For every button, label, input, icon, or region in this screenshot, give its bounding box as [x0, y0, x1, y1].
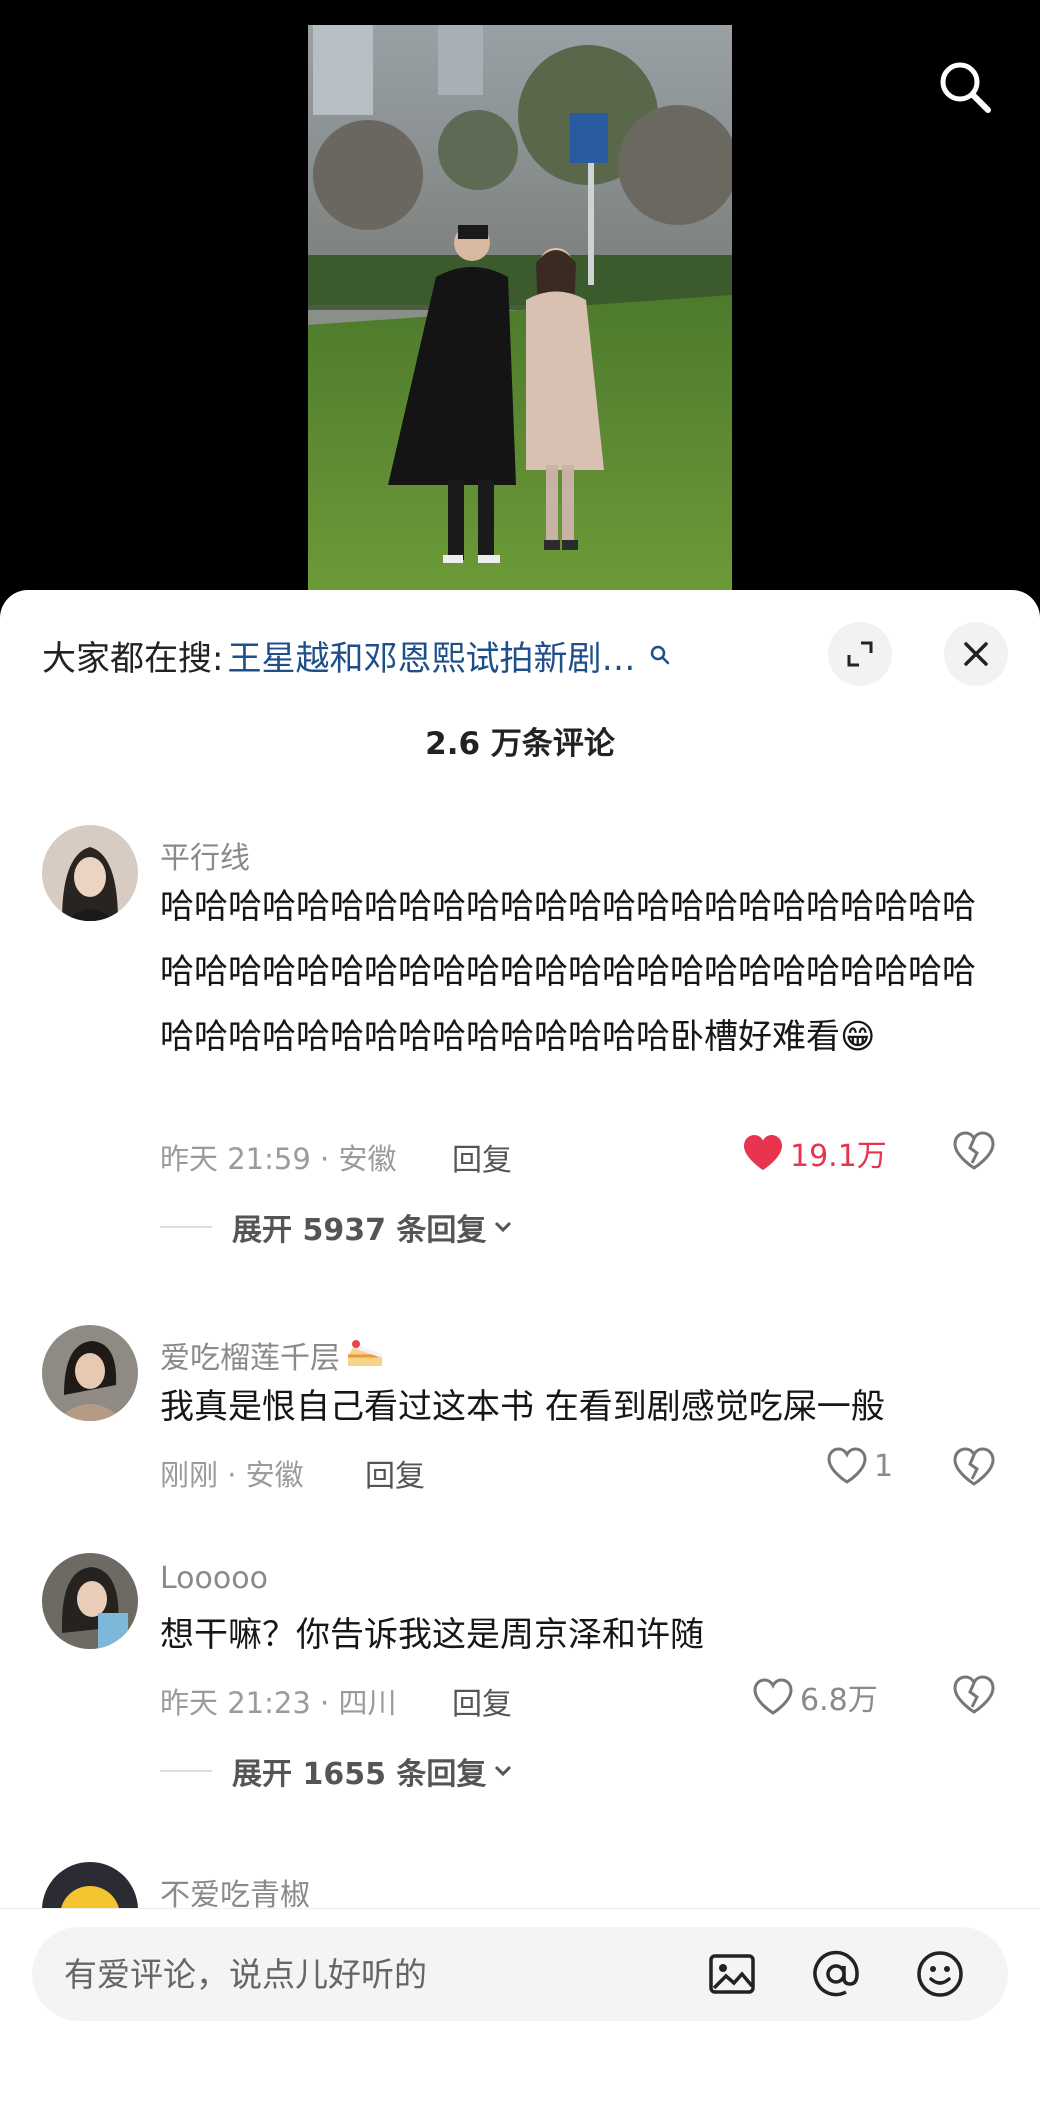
like-count: 1 — [874, 1448, 894, 1484]
video-thumbnail[interactable] — [308, 25, 732, 600]
comment-text: 我真是恨自己看过这本书 在看到剧感觉吃屎一般 — [160, 1387, 885, 1427]
close-button[interactable] — [944, 622, 1008, 686]
at-icon[interactable] — [810, 1948, 862, 2000]
hot-search-banner[interactable]: 大家都在搜: 王星越和邓恩熙试拍新剧… — [42, 630, 792, 680]
chevron-down-icon — [495, 1221, 512, 1233]
comment-item: Looooo 想干嘛？你告诉我这是周京泽和许随 昨天 21:23 · 四川 回复… — [0, 1553, 1040, 1853]
broken-heart-icon — [953, 1447, 995, 1486]
comment-text: 想干嘛？你告诉我这是周京泽和许随 — [160, 1615, 704, 1655]
comment-item: 平行线 哈哈哈哈哈哈哈哈哈哈哈哈哈哈哈哈哈哈哈哈哈哈哈哈哈哈哈哈哈哈哈哈哈哈哈哈… — [0, 825, 1040, 1248]
avatar-image — [42, 1553, 138, 1649]
comment-count: 2.6 万条评论 — [425, 726, 615, 762]
expand-replies-button[interactable]: 展开 5937 条回复 — [160, 1205, 514, 1249]
broken-heart-icon — [953, 1131, 995, 1170]
comment-time-location: 昨天 21:59 · 安徽 — [160, 1142, 397, 1176]
video-player[interactable] — [0, 0, 1040, 600]
dislike-button[interactable] — [952, 1447, 996, 1491]
comment-username[interactable]: 平行线 — [160, 833, 250, 877]
emoji-icon[interactable] — [914, 1948, 966, 2000]
comment-input[interactable] — [64, 1927, 704, 2021]
broken-heart-icon — [953, 1675, 995, 1714]
reply-button[interactable]: 回复 — [452, 1679, 512, 1723]
comment-username-text: 爱吃榴莲千层 — [160, 1341, 340, 1376]
expand-replies-button[interactable]: 展开 1655 条回复 — [160, 1749, 514, 1793]
avatar[interactable] — [42, 1553, 138, 1649]
hot-search-term[interactable]: 王星越和邓恩熙试拍新剧… — [227, 631, 635, 680]
comment-time-location: 昨天 21:23 · 四川 — [160, 1686, 397, 1720]
comment-username[interactable]: Looooo — [160, 1561, 268, 1596]
dislike-button[interactable] — [952, 1675, 996, 1719]
comment-sheet: 大家都在搜: 王星越和邓恩熙试拍新剧… 2.6 万条评论 平行线 哈哈哈哈哈哈哈… — [0, 590, 1040, 2125]
comment-username[interactable]: 爱吃榴莲千层 — [160, 1333, 386, 1377]
comment-input-box[interactable] — [32, 1927, 1008, 2021]
expand-icon — [847, 641, 873, 667]
search-icon — [940, 62, 991, 113]
reply-button[interactable]: 回复 — [365, 1451, 425, 1495]
heart-icon — [827, 1447, 867, 1484]
expand-button[interactable] — [828, 622, 892, 686]
comment-input-bar — [0, 1908, 1040, 2125]
avatar-image — [42, 1325, 138, 1421]
like-button[interactable]: 6.8万 — [752, 1675, 878, 1719]
like-button[interactable]: 19.1万 — [742, 1131, 887, 1175]
search-button[interactable] — [930, 52, 1000, 122]
expand-replies-label: 展开 5937 条回复 — [232, 1213, 487, 1248]
close-icon — [964, 642, 988, 666]
comment-item: 爱吃榴莲千层 我真是恨自己看过这本书 在看到剧感觉吃屎一般 刚刚 · 安徽 回复… — [0, 1325, 1040, 1505]
dislike-button[interactable] — [952, 1131, 996, 1175]
heart-icon — [744, 1135, 782, 1170]
small-search-icon — [651, 645, 670, 665]
divider-line — [160, 1226, 212, 1228]
chevron-down-icon — [495, 1765, 512, 1777]
like-button[interactable]: 1 — [826, 1447, 893, 1485]
avatar[interactable] — [42, 825, 138, 921]
like-count: 19.1万 — [790, 1139, 887, 1174]
reply-button[interactable]: 回复 — [452, 1135, 512, 1179]
image-icon[interactable] — [706, 1948, 758, 2000]
like-count: 6.8万 — [800, 1683, 878, 1718]
hot-search-prefix: 大家都在搜: — [42, 638, 224, 679]
comment-time-location: 刚刚 · 安徽 — [160, 1458, 304, 1492]
avatar-image — [42, 825, 138, 921]
cake-emoji-icon — [348, 1340, 383, 1366]
expand-replies-label: 展开 1655 条回复 — [232, 1757, 487, 1792]
heart-icon — [753, 1678, 793, 1715]
comment-text: 哈哈哈哈哈哈哈哈哈哈哈哈哈哈哈哈哈哈哈哈哈哈哈哈哈哈哈哈哈哈哈哈哈哈哈哈哈哈哈哈… — [160, 887, 976, 1057]
video-scene-illustration — [308, 25, 732, 600]
divider-line — [160, 1770, 212, 1772]
avatar[interactable] — [42, 1325, 138, 1421]
